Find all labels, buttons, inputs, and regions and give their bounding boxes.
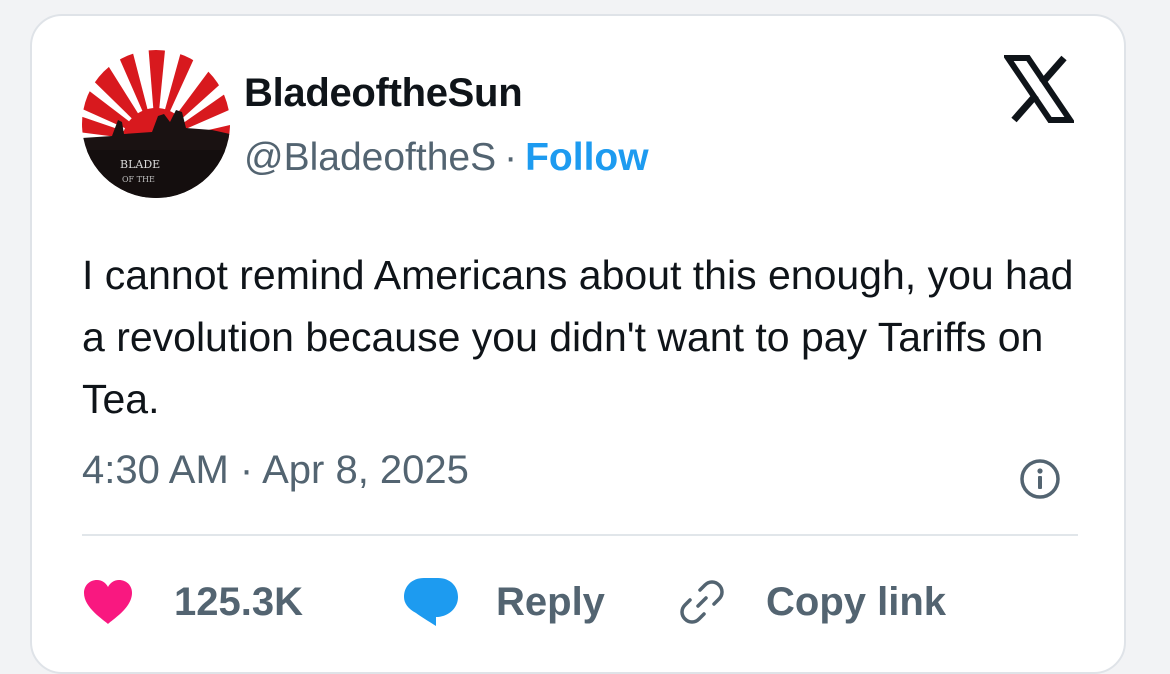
follow-button[interactable]: Follow xyxy=(525,136,648,179)
handle-row: @BladeoftheS · Follow xyxy=(244,136,649,180)
avatar-text-line1: BLADE xyxy=(120,158,160,171)
link-icon xyxy=(680,580,724,624)
tweet-card: BLADE OF THE BladeoftheSun @BladeoftheS ·… xyxy=(30,14,1126,674)
info-icon[interactable] xyxy=(1018,457,1062,501)
action-bar: 125.3K Reply Copy link xyxy=(82,572,1082,632)
divider xyxy=(82,534,1078,536)
display-name[interactable]: BladeoftheSun xyxy=(244,71,523,116)
heart-icon xyxy=(84,580,132,624)
avatar[interactable]: BLADE OF THE xyxy=(82,50,230,198)
like-count: 125.3K xyxy=(174,579,303,624)
reply-label: Reply xyxy=(496,579,605,624)
speech-bubble-icon xyxy=(404,578,458,626)
x-logo-icon[interactable] xyxy=(1002,54,1076,124)
tweet-text: I cannot remind Americans about this eno… xyxy=(82,252,1074,422)
copy-link-button[interactable]: Copy link xyxy=(678,572,946,632)
handle-separator: · xyxy=(504,136,518,179)
timestamp[interactable]: 4:30 AM · Apr 8, 2025 xyxy=(82,448,469,493)
handle[interactable]: @BladeoftheS xyxy=(244,136,496,179)
like-button[interactable]: 125.3K xyxy=(82,572,303,632)
reply-button[interactable]: Reply xyxy=(402,572,605,632)
copy-link-label: Copy link xyxy=(766,579,947,624)
avatar-rising-sun-image: BLADE OF THE xyxy=(82,50,230,198)
avatar-text-line2: OF THE xyxy=(122,175,155,184)
